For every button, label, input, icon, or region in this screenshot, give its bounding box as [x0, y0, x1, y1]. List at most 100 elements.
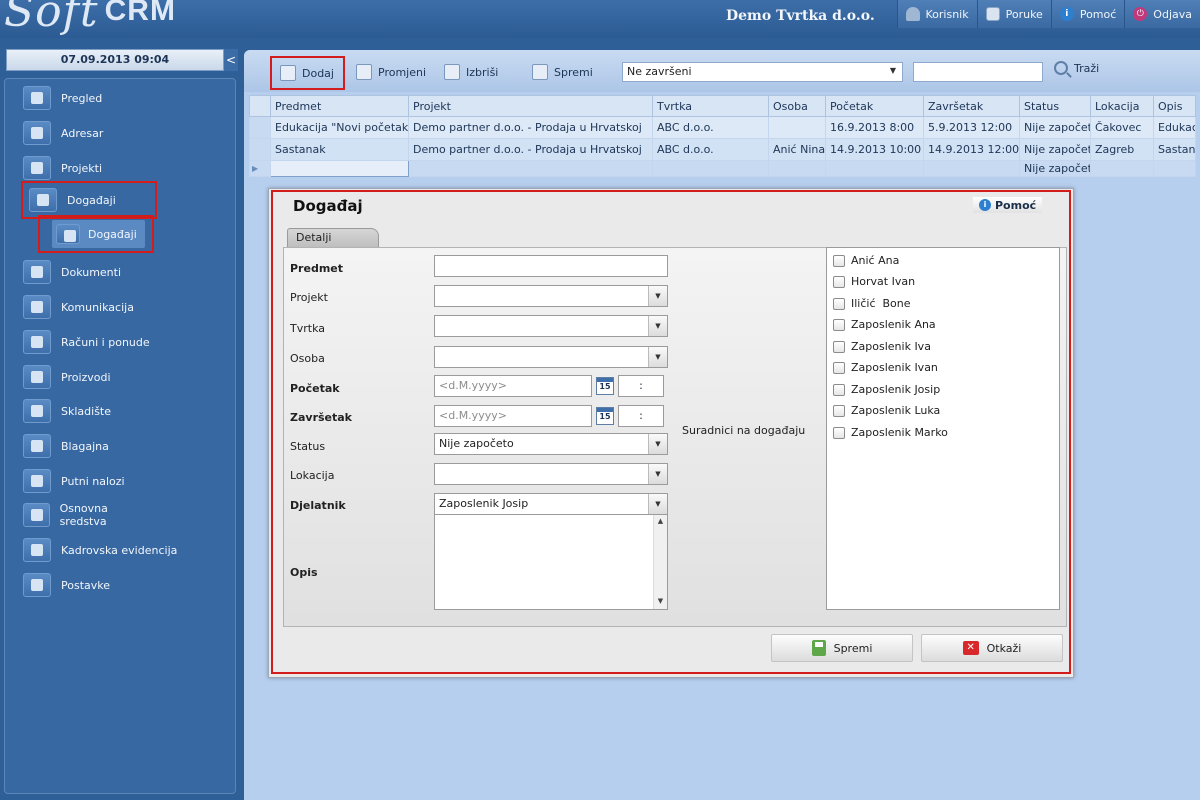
column-header[interactable]: Osoba: [768, 95, 826, 117]
sidebar-item-blagajna[interactable]: Blagajna: [23, 431, 153, 461]
dialog-title: Događaj: [293, 197, 363, 215]
suradnik-checkbox[interactable]: Anić Ana: [833, 254, 899, 267]
sidebar-item-pregled[interactable]: Pregled: [23, 83, 153, 113]
grid-header: Predmet Projekt Tvrtka Osoba Početak Zav…: [249, 95, 1196, 117]
calendar-icon: [56, 224, 80, 244]
edit-button[interactable]: Promjeni: [350, 61, 432, 83]
event-dialog: Događaj iPomoć Detalji Predmet Projekt T…: [268, 188, 1074, 678]
chart-icon: [532, 64, 548, 80]
scrollbar[interactable]: ▲ ▼: [653, 515, 667, 609]
collapse-sidebar-button[interactable]: <: [224, 49, 238, 71]
sidebar-item-komunikacija[interactable]: Komunikacija: [23, 292, 153, 322]
new-row[interactable]: ▶ Nije započeto: [249, 160, 1196, 177]
lokacija-select[interactable]: [434, 463, 668, 485]
dialog-save-button[interactable]: Spremi: [771, 634, 913, 662]
opis-textarea[interactable]: ▲ ▼: [434, 514, 668, 610]
search-icon: [1054, 61, 1068, 75]
label-opis: Opis: [290, 566, 318, 579]
suradnik-checkbox[interactable]: Zaposlenik Ivan: [833, 361, 938, 374]
column-header[interactable]: Tvrtka: [652, 95, 769, 117]
table-row[interactable]: Sastanak Demo partner d.o.o. - Prodaja u…: [249, 138, 1196, 161]
sidebar-item-skladiste[interactable]: Skladište: [23, 396, 153, 426]
sidebar-item-adresar[interactable]: Adresar: [23, 118, 153, 148]
help-icon: i: [979, 199, 991, 211]
label-djelatnik: Djelatnik: [290, 499, 346, 512]
projects-icon: [23, 156, 51, 180]
djelatnik-select[interactable]: Zaposlenik Josip: [434, 493, 668, 515]
company-name: Demo Tvrtka d.o.o.: [726, 8, 875, 24]
top-nav: Korisnik Poruke i Pomoć ⏻ Odjava: [896, 0, 1200, 30]
sidebar-item-racuni[interactable]: Računi i ponude: [23, 327, 153, 357]
column-header[interactable]: Početak: [825, 95, 924, 117]
search-button[interactable]: Traži: [1054, 61, 1099, 75]
add-button[interactable]: Dodaj: [270, 56, 345, 90]
save-toolbar-button[interactable]: Spremi: [526, 61, 599, 83]
sidebar-item-osnovna-sredstva[interactable]: Osnovna sredstva: [23, 500, 153, 530]
suradnik-checkbox[interactable]: Zaposlenik Luka: [833, 404, 940, 417]
pocetak-date-input[interactable]: <d.M.yyyy>: [434, 375, 592, 397]
nav-odjava[interactable]: ⏻ Odjava: [1124, 0, 1200, 28]
label-pocetak: Početak: [290, 382, 340, 395]
mail-icon: [985, 7, 1000, 21]
suradnik-checkbox[interactable]: Zaposlenik Iva: [833, 340, 931, 353]
toolbar: Dodaj Promjeni Izbriši Spremi Ne završen…: [244, 50, 1200, 92]
suradnici-list: Anić Ana Horvat Ivan Iličić Bone Zaposle…: [826, 247, 1060, 610]
suradnik-checkbox[interactable]: Iličić Bone: [833, 297, 911, 310]
zavrsetak-date-input[interactable]: <d.M.yyyy>: [434, 405, 592, 427]
projekt-select[interactable]: [434, 285, 668, 307]
table-row[interactable]: Edukacija "Novi početak" Demo partner d.…: [249, 116, 1196, 139]
zavrsetak-time-input[interactable]: :: [618, 405, 664, 427]
sidebar-item-proizvodi[interactable]: Proizvodi: [23, 362, 153, 392]
column-header[interactable]: Opis: [1153, 95, 1196, 117]
suradnik-checkbox[interactable]: Zaposlenik Ana: [833, 318, 936, 331]
column-header[interactable]: Status: [1019, 95, 1091, 117]
label-status: Status: [290, 440, 326, 453]
warehouse-icon: [23, 399, 51, 423]
pocetak-time-input[interactable]: :: [618, 375, 664, 397]
suradnik-checkbox[interactable]: Horvat Ivan: [833, 275, 915, 288]
nav-pomoc[interactable]: i Pomoć: [1050, 0, 1125, 28]
sidebar-item-dogadaji[interactable]: Događaji: [21, 181, 157, 219]
cash-register-icon: [23, 434, 51, 458]
sidebar-item-postavke[interactable]: Postavke: [23, 570, 153, 600]
label-projekt: Projekt: [290, 291, 328, 304]
new-row-indicator: ▶: [249, 160, 271, 177]
tab-detalji[interactable]: Detalji: [287, 228, 379, 248]
column-header[interactable]: Završetak: [923, 95, 1020, 117]
edit-icon: [356, 64, 372, 80]
address-book-icon: [23, 121, 51, 145]
sidebar-item-kadrovska[interactable]: Kadrovska evidencija: [23, 535, 223, 565]
sidebar-item-putni-nalozi[interactable]: Putni nalozi: [23, 466, 153, 496]
nav-korisnik[interactable]: Korisnik: [896, 0, 977, 28]
submenu-dogadaji[interactable]: Događaji: [38, 215, 154, 253]
invoice-icon: [23, 330, 51, 354]
power-icon: ⏻: [1133, 7, 1148, 21]
suradnik-checkbox[interactable]: Zaposlenik Marko: [833, 426, 948, 439]
dialog-cancel-button[interactable]: ✕ Otkaži: [921, 634, 1063, 662]
events-grid: Predmet Projekt Tvrtka Osoba Početak Zav…: [249, 95, 1196, 177]
details-panel: Predmet Projekt Tvrtka Osoba Početak <d.…: [283, 247, 1067, 627]
current-datetime: 07.09.2013 09:04: [6, 49, 224, 71]
search-input[interactable]: [913, 62, 1043, 82]
calendar-icon[interactable]: 15: [596, 377, 614, 395]
label-predmet: Predmet: [290, 262, 344, 275]
predmet-input[interactable]: [434, 255, 668, 277]
delete-button[interactable]: Izbriši: [438, 61, 504, 83]
nav-poruke[interactable]: Poruke: [976, 0, 1051, 28]
column-header[interactable]: Projekt: [408, 95, 653, 117]
help-icon: i: [1059, 7, 1074, 21]
column-header[interactable]: Lokacija: [1090, 95, 1154, 117]
column-header[interactable]: Predmet: [270, 95, 409, 117]
dialog-help-button[interactable]: i Pomoć: [973, 197, 1043, 213]
suradnik-checkbox[interactable]: Zaposlenik Josip: [833, 383, 940, 396]
osoba-select[interactable]: [434, 346, 668, 368]
tvrtka-select[interactable]: [434, 315, 668, 337]
close-icon: ✕: [962, 641, 979, 655]
sidebar-item-projekti[interactable]: Projekti: [23, 153, 153, 183]
app-logo: Soft CRM: [4, 0, 176, 37]
status-filter-select[interactable]: Ne završeni ▼: [622, 62, 903, 82]
settings-icon: [23, 573, 51, 597]
status-select[interactable]: Nije započeto: [434, 433, 668, 455]
sidebar-item-dokumenti[interactable]: Dokumenti: [23, 257, 153, 287]
calendar-icon[interactable]: 15: [596, 407, 614, 425]
